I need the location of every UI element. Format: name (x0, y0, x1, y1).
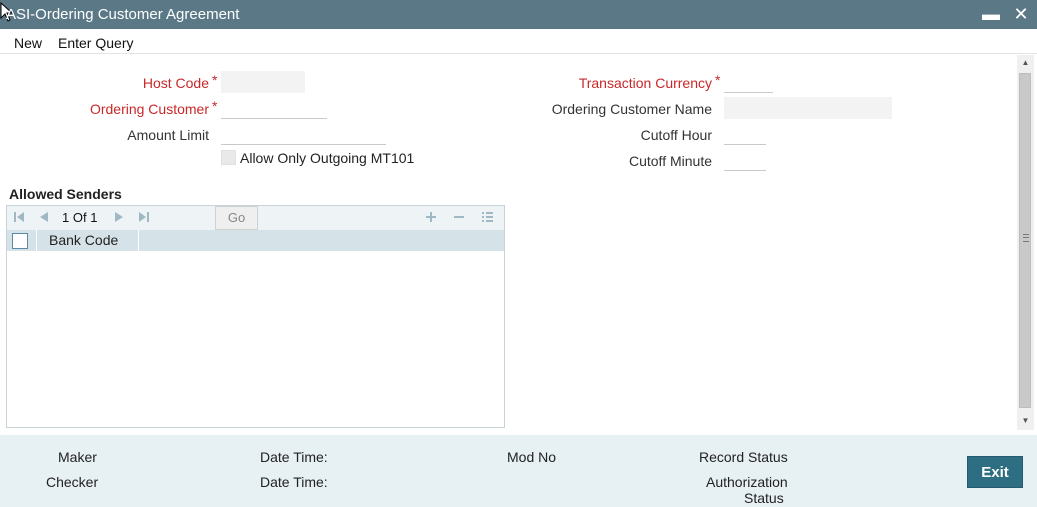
mod-no-label: Mod No (507, 449, 557, 465)
ordering-customer-label: Ordering Customer (89, 101, 209, 117)
transaction-currency-label: Transaction Currency (578, 75, 712, 91)
cutoff-hour-label: Cutoff Hour (640, 127, 712, 143)
menu-bar: New Enter Query (0, 29, 1037, 54)
previous-page-icon[interactable] (38, 211, 50, 223)
allow-outgoing-mt101-checkbox[interactable] (221, 150, 236, 165)
authorization-status-label-line2: Status (744, 490, 784, 506)
last-page-icon[interactable] (138, 211, 150, 223)
enter-query-menu-item[interactable]: Enter Query (58, 35, 133, 51)
checker-label: Checker (46, 474, 99, 490)
single-view-icon[interactable] (481, 211, 494, 223)
window-titlebar: ASI-Ordering Customer Agreement ▬ ✕ (0, 0, 1037, 29)
host-code-field[interactable] (221, 71, 305, 93)
scroll-up-icon[interactable]: ▲ (1017, 55, 1034, 70)
record-status-label: Record Status (699, 449, 788, 465)
amount-limit-label: Amount Limit (127, 127, 209, 143)
select-all-checkbox[interactable] (12, 233, 28, 249)
new-menu-item[interactable]: New (14, 35, 42, 51)
scroll-down-icon[interactable]: ▼ (1017, 413, 1034, 428)
cutoff-minute-label: Cutoff Minute (628, 153, 712, 169)
minimize-icon[interactable]: ▬ (981, 4, 1001, 24)
ordering-customer-field[interactable] (221, 97, 327, 119)
window-title: ASI-Ordering Customer Agreement (6, 6, 240, 23)
transaction-currency-field[interactable] (724, 71, 773, 93)
host-code-required-marker: * (212, 72, 218, 88)
grid-toolbar: 1 Of 1 Go (7, 206, 504, 230)
host-code-label: Host Code (142, 75, 209, 91)
exit-button[interactable]: Exit (967, 456, 1023, 488)
ordering-customer-required-marker: * (212, 98, 218, 114)
pager-of: Of (72, 210, 87, 225)
authorization-status-label: Authorization (706, 474, 788, 490)
maker-label: Maker (58, 449, 97, 465)
ordering-customer-name-field[interactable] (724, 97, 892, 119)
pager-current: 1 (62, 210, 70, 225)
scrollbar-thumb[interactable] (1019, 73, 1031, 408)
add-row-icon[interactable] (425, 211, 437, 223)
transaction-currency-required-marker: * (715, 72, 721, 88)
allowed-senders-title: Allowed Senders (9, 186, 122, 202)
first-page-icon[interactable] (13, 211, 25, 223)
pager-total: 1 (90, 210, 98, 225)
pager-text: 1 Of 1 (62, 210, 97, 225)
next-page-icon[interactable] (113, 211, 125, 223)
grid-header-row: Bank Code (7, 230, 504, 251)
allow-outgoing-mt101-label: Allow Only Outgoing MT101 (240, 150, 415, 166)
maker-date-time-label: Date Time: (260, 449, 328, 465)
allowed-senders-grid: 1 Of 1 Go Bank Code (6, 205, 505, 428)
scrollbar-grip-icon (1023, 234, 1029, 242)
audit-footer: Maker Checker Date Time: Date Time: Mod … (0, 435, 1037, 507)
amount-limit-field[interactable] (221, 123, 386, 145)
delete-row-icon[interactable] (453, 211, 465, 223)
go-button[interactable]: Go (215, 206, 258, 230)
bank-code-column-header[interactable]: Bank Code (36, 230, 139, 251)
checker-date-time-label: Date Time: (260, 474, 328, 490)
close-icon[interactable]: ✕ (1011, 4, 1031, 24)
cutoff-minute-field[interactable] (724, 149, 766, 171)
cutoff-hour-field[interactable] (724, 123, 766, 145)
ordering-customer-name-label: Ordering Customer Name (551, 101, 712, 117)
vertical-scrollbar[interactable]: ▲ ▼ (1017, 55, 1034, 430)
